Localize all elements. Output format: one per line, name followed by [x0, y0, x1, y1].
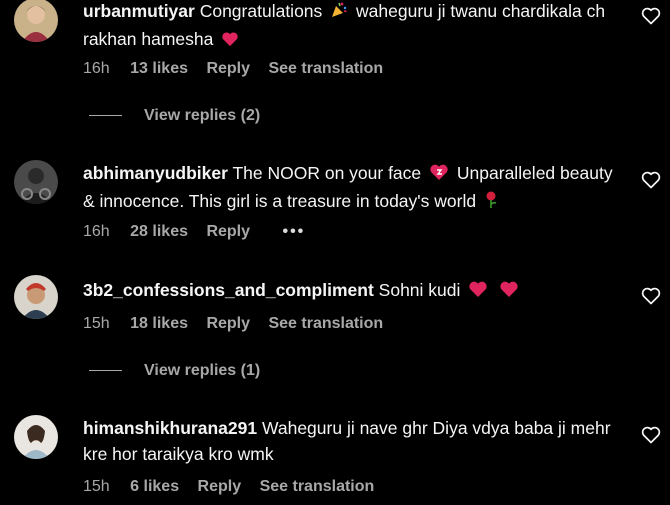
comment-time: 16h — [83, 223, 110, 240]
comment-text: Congratulations — [199, 1, 323, 21]
comment-text: The NOOR on your face — [232, 163, 422, 183]
comment-username[interactable]: 3b2_confessions_and_compliment — [83, 280, 374, 300]
comment-time: 16h — [83, 60, 110, 77]
view-replies-label: View replies (1) — [144, 362, 261, 379]
comment-body: himanshikhurana291 Waheguru ji nave ghr … — [83, 415, 623, 467]
comment-meta: 15h 18 likes Reply See translation — [83, 314, 397, 334]
like-heart-icon[interactable] — [641, 426, 661, 444]
comment-body: urbanmutiyar Congratulations waheguru ji… — [83, 0, 623, 54]
avatar[interactable] — [14, 415, 58, 459]
reply-button[interactable]: Reply — [206, 223, 250, 240]
avatar[interactable] — [14, 0, 58, 42]
red-heart-emoji — [499, 279, 519, 305]
reply-button[interactable]: Reply — [206, 315, 250, 332]
divider-line — [89, 115, 122, 117]
more-options-icon[interactable]: ••• — [282, 222, 305, 242]
avatar[interactable] — [14, 275, 58, 319]
divider-line — [89, 370, 122, 372]
comment-meta: 16h 13 likes Reply See translation — [83, 59, 397, 79]
party-popper-emoji — [330, 0, 348, 26]
like-heart-icon[interactable] — [641, 287, 661, 305]
red-heart-emoji — [221, 28, 239, 54]
likes-count[interactable]: 13 likes — [130, 60, 188, 77]
rose-emoji — [484, 190, 498, 216]
reply-button[interactable]: Reply — [198, 478, 242, 495]
view-replies-button[interactable]: View replies (1) — [89, 362, 260, 380]
see-translation-button[interactable]: See translation — [268, 315, 383, 332]
comment-time: 15h — [83, 315, 110, 332]
avatar[interactable] — [14, 160, 58, 204]
comments-panel: urbanmutiyar Congratulations waheguru ji… — [0, 0, 670, 505]
likes-count[interactable]: 18 likes — [130, 315, 188, 332]
sparkling-heart-emoji — [429, 162, 449, 188]
comment-username[interactable]: urbanmutiyar — [83, 1, 195, 21]
comment-time: 15h — [83, 478, 110, 495]
view-replies-button[interactable]: View replies (2) — [89, 107, 260, 125]
comment-meta: 15h 6 likes Reply See translation — [83, 477, 388, 497]
comment-body: 3b2_confessions_and_compliment Sohni kud… — [83, 277, 623, 305]
see-translation-button[interactable]: See translation — [260, 478, 375, 495]
red-heart-emoji — [468, 279, 488, 305]
see-translation-button[interactable]: See translation — [268, 60, 383, 77]
reply-button[interactable]: Reply — [206, 60, 250, 77]
likes-count[interactable]: 6 likes — [130, 478, 179, 495]
comment-meta: 16h 28 likes Reply ••• — [83, 222, 319, 242]
likes-count[interactable]: 28 likes — [130, 223, 188, 240]
view-replies-label: View replies (2) — [144, 107, 261, 124]
comment-username[interactable]: himanshikhurana291 — [83, 418, 257, 438]
comment-text: Sohni kudi — [378, 280, 461, 300]
comment-username[interactable]: abhimanyudbiker — [83, 163, 228, 183]
comment-body: abhimanyudbiker The NOOR on your face Un… — [83, 160, 623, 216]
like-heart-icon[interactable] — [641, 7, 661, 25]
like-heart-icon[interactable] — [641, 171, 661, 189]
